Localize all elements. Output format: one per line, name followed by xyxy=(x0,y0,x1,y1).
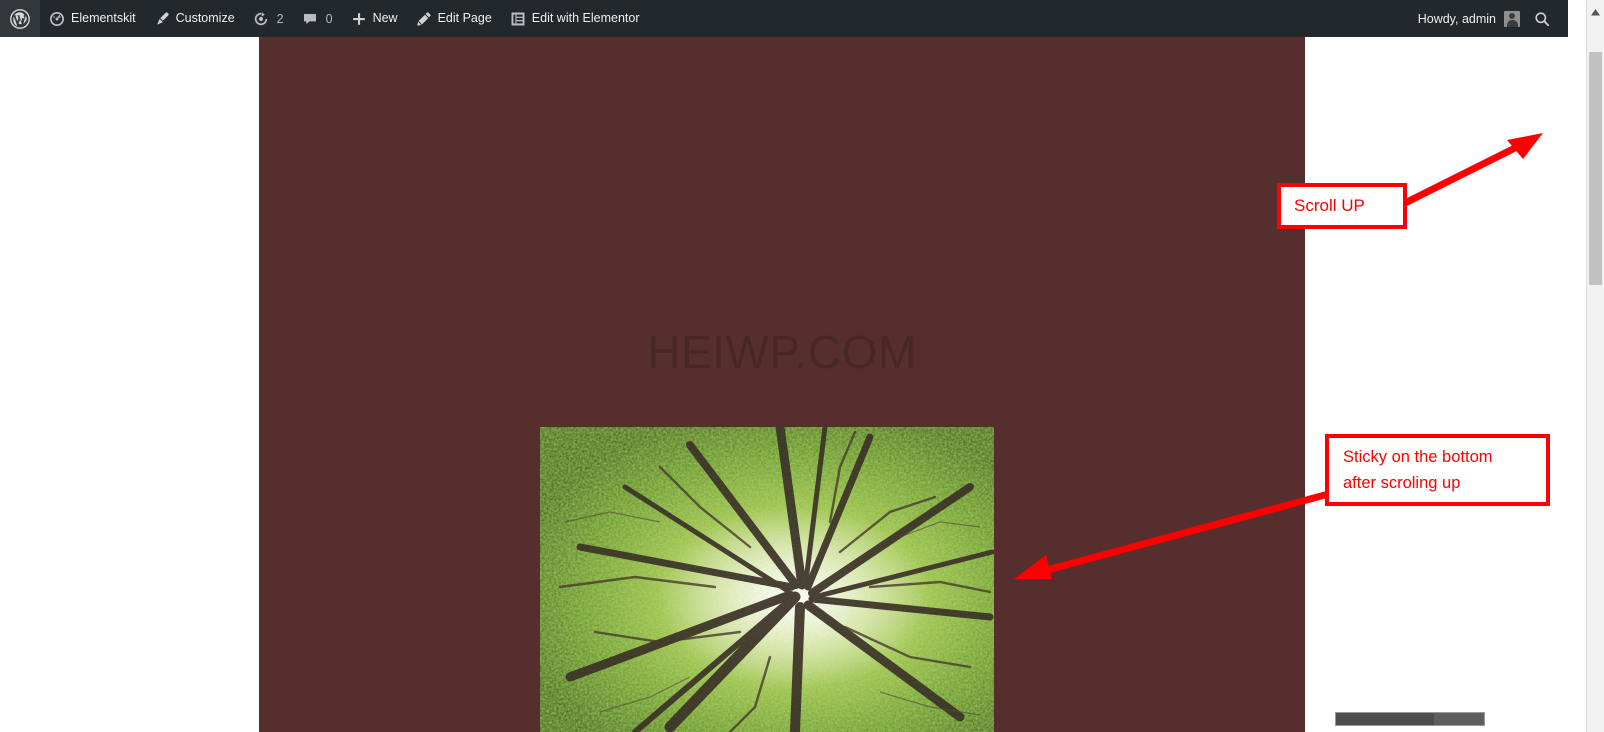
admin-bar-my-account[interactable]: Howdy, admin xyxy=(1408,10,1524,27)
annotation-scroll-up: Scroll UP xyxy=(1277,183,1407,229)
comment-bubble-icon xyxy=(302,11,318,27)
wordpress-logo-icon xyxy=(10,8,30,29)
page-viewport: HEIWP.COM xyxy=(0,37,1568,732)
admin-bar-left-group: Elementskit Customize 2 0 New Edit Page … xyxy=(0,0,648,37)
howdy-label: Howdy, admin xyxy=(1417,11,1496,26)
site-watermark: HEIWP.COM xyxy=(647,326,917,378)
user-avatar-icon xyxy=(1504,10,1520,27)
page-content-area: HEIWP.COM xyxy=(259,37,1305,732)
hero-image xyxy=(540,427,994,732)
forest-canopy-photo xyxy=(540,427,994,732)
dashboard-gauge-icon xyxy=(49,11,65,27)
horizontal-scrollbar-track[interactable] xyxy=(1434,713,1484,725)
updates-icon xyxy=(253,11,269,27)
scroll-up-button[interactable] xyxy=(1587,0,1604,24)
annotation-sticky-line-1: Sticky on the bottom xyxy=(1343,448,1493,466)
annotation-sticky-note: Sticky on the bottom after scroling up xyxy=(1325,434,1550,506)
admin-bar-item-label: Edit Page xyxy=(437,11,492,25)
admin-bar-item-customize[interactable]: Customize xyxy=(145,0,244,37)
horizontal-scrollbar[interactable] xyxy=(1335,712,1485,726)
admin-bar-item-label: Edit with Elementor xyxy=(531,11,640,25)
admin-bar-right-group: Howdy, admin xyxy=(1408,0,1568,37)
updates-count: 2 xyxy=(276,11,284,26)
paintbrush-icon xyxy=(154,11,170,27)
pencil-icon xyxy=(416,11,432,27)
admin-bar-item-elementskit[interactable]: Elementskit xyxy=(40,0,145,37)
admin-bar-item-edit-with-elementor[interactable]: Edit with Elementor xyxy=(501,0,649,37)
comments-count: 0 xyxy=(325,11,333,26)
vertical-scrollbar-thumb[interactable] xyxy=(1589,52,1602,285)
caret-up-icon xyxy=(1591,8,1600,16)
admin-bar-item-updates[interactable]: 2 xyxy=(244,0,293,37)
annotation-sticky-line-2: after scroling up xyxy=(1343,474,1461,492)
annotation-scroll-up-text: Scroll UP xyxy=(1294,196,1365,215)
admin-bar-search-button[interactable] xyxy=(1524,0,1560,37)
plus-icon xyxy=(351,11,367,27)
wordpress-logo-button[interactable] xyxy=(0,0,40,37)
wp-admin-bar: Elementskit Customize 2 0 New Edit Page … xyxy=(0,0,1568,37)
vertical-scrollbar[interactable] xyxy=(1586,0,1604,732)
horizontal-scrollbar-thumb[interactable] xyxy=(1336,713,1434,725)
admin-bar-item-label: New xyxy=(372,11,398,25)
admin-bar-item-new[interactable]: New xyxy=(342,0,407,37)
admin-bar-item-label: Elementskit xyxy=(71,11,136,25)
admin-bar-item-edit-page[interactable]: Edit Page xyxy=(407,0,501,37)
admin-bar-item-label: Customize xyxy=(175,11,235,25)
admin-bar-item-comments[interactable]: 0 xyxy=(293,0,342,37)
search-icon xyxy=(1534,11,1550,27)
screen: Elementskit Customize 2 0 New Edit Page … xyxy=(0,0,1604,732)
elementor-icon xyxy=(510,11,526,27)
